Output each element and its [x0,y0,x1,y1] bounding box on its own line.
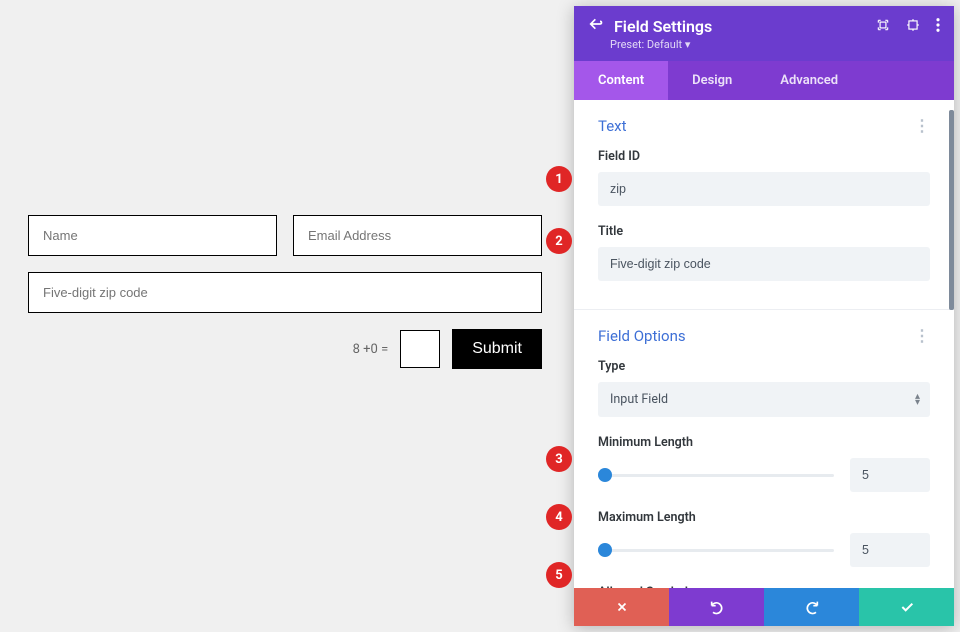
field-options-section: Field Options ⋮ Type Input Field ▴▾ Mini… [574,310,954,588]
max-length-value[interactable] [850,533,930,567]
panel-footer [574,588,954,626]
cancel-button[interactable] [574,588,669,626]
text-section-menu-icon[interactable]: ⋮ [914,116,930,135]
scrollbar-thumb[interactable] [949,110,954,310]
allowed-symbols-label: Allowed Symbols [598,585,930,588]
title-label: Title [598,224,930,239]
tabs: Content Design Advanced [574,61,954,100]
preset-selector[interactable]: Preset: Default ▾ [574,38,954,61]
zip-field[interactable] [28,272,542,313]
captcha-label: 8 +0 = [353,342,389,357]
text-section: Text ⋮ Field ID Title [574,100,954,310]
min-length-slider[interactable] [598,465,834,485]
page-canvas: 8 +0 = Submit [0,0,570,632]
contact-form: 8 +0 = Submit [20,215,550,369]
annotation-marker-2: 2 [546,228,572,254]
tab-spacer [862,61,954,100]
min-length-value[interactable] [850,458,930,492]
captcha-input[interactable] [400,330,440,368]
field-options-menu-icon[interactable]: ⋮ [914,326,930,345]
save-button[interactable] [859,588,954,626]
annotation-marker-5: 5 [546,562,572,588]
tab-design[interactable]: Design [668,61,756,100]
more-icon[interactable] [936,17,940,36]
panel-header: Field Settings Preset: Default ▾ Content… [574,6,954,100]
settings-panel: Field Settings Preset: Default ▾ Content… [574,6,954,626]
min-length-label: Minimum Length [598,435,930,450]
field-id-input[interactable] [598,172,930,206]
annotation-marker-1: 1 [546,166,572,192]
annotation-marker-4: 4 [546,504,572,530]
title-input[interactable] [598,247,930,281]
max-length-label: Maximum Length [598,510,930,525]
type-select[interactable]: Input Field [598,382,930,417]
tab-advanced[interactable]: Advanced [756,61,862,100]
submit-button[interactable]: Submit [452,329,542,369]
annotation-marker-3: 3 [546,446,572,472]
text-section-title: Text [598,117,627,135]
name-field[interactable] [28,215,277,256]
redo-button[interactable] [764,588,859,626]
undo-button[interactable] [669,588,764,626]
field-id-label: Field ID [598,149,930,164]
panel-title: Field Settings [614,17,876,36]
field-options-title: Field Options [598,327,686,345]
panel-body[interactable]: Text ⋮ Field ID Title Field Options ⋮ Ty… [574,100,954,588]
drag-icon[interactable] [906,17,920,36]
back-icon[interactable] [588,16,604,36]
type-label: Type [598,359,930,374]
tab-content[interactable]: Content [574,61,668,100]
email-field[interactable] [293,215,542,256]
expand-icon[interactable] [876,17,890,36]
max-length-slider[interactable] [598,540,834,560]
